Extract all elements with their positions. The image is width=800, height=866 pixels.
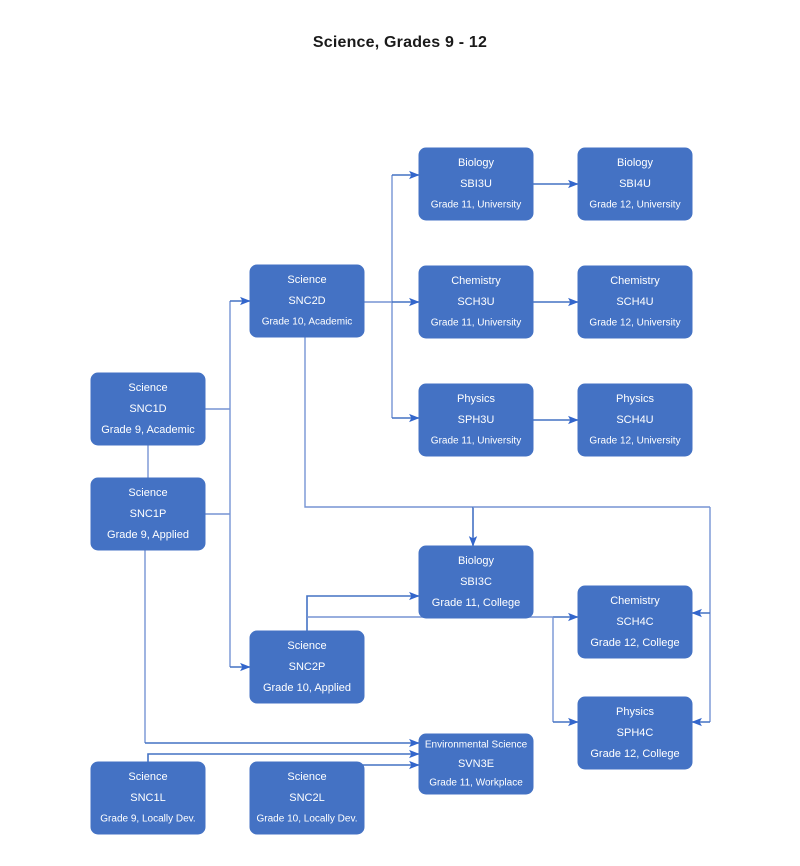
course-node-subject: Biology [458, 555, 495, 567]
course-node-snc1d[interactable]: Science SNC1D Grade 9, Academic [90, 372, 206, 446]
course-node-sph3u[interactable]: Physics SPH3U Grade 11, University [418, 383, 534, 457]
course-node-sph4u[interactable]: Physics SCH4U Grade 12, University [577, 383, 693, 457]
course-node-level: Grade 10, Applied [263, 682, 351, 694]
connector-layer [144, 170, 711, 770]
course-node-subject: Science [128, 771, 167, 783]
course-node-sbi3c[interactable]: Biology SBI3C Grade 11, College [418, 545, 534, 619]
course-node-snc2l[interactable]: Science SNC2L Grade 10, Locally Dev. [249, 761, 365, 835]
course-node-subject: Science [287, 771, 326, 783]
course-node-code: SBI4U [619, 178, 651, 190]
course-node-subject: Science [287, 274, 326, 286]
course-node-subject: Science [128, 382, 167, 394]
course-node-snc1l[interactable]: Science SNC1L Grade 9, Locally Dev. [90, 761, 206, 835]
course-node-level: Grade 12, University [589, 436, 680, 447]
course-node-code: SNC1L [130, 792, 165, 804]
course-node-sph4c[interactable]: Physics SPH4C Grade 12, College [577, 696, 693, 770]
course-node-code: SNC2D [288, 295, 325, 307]
course-node-subject: Physics [616, 706, 654, 718]
course-node-sch4u[interactable]: Chemistry SCH4U Grade 12, University [577, 265, 693, 339]
course-node-level: Grade 11, University [431, 436, 521, 447]
course-node-level: Grade 12, University [589, 200, 680, 211]
course-node-code: SCH3U [457, 296, 494, 308]
course-node-code: SCH4U [616, 414, 653, 426]
course-node-snc2p[interactable]: Science SNC2P Grade 10, Applied [249, 630, 365, 704]
course-node-subject: Physics [457, 393, 495, 405]
course-node-subject: Science [128, 487, 167, 499]
course-node-code: SNC2P [289, 661, 326, 673]
course-node-level: Grade 12, College [590, 748, 679, 760]
course-node-level: Grade 11, College [432, 597, 520, 609]
course-node-code: SCH4U [616, 296, 653, 308]
course-node-level: Grade 11, University [431, 200, 521, 211]
course-node-subject: Chemistry [610, 275, 660, 287]
flowchart-canvas: Science SNC1D Grade 9, Academic Science SNC1… [90, 147, 711, 835]
course-node-subject: Science [287, 640, 326, 652]
course-node-subject: Physics [616, 393, 654, 405]
course-node-level: Grade 10, Academic [262, 317, 353, 328]
course-node-code: SBI3U [460, 178, 492, 190]
course-node-code: SVN3E [458, 758, 494, 770]
course-node-code: SNC2L [289, 792, 324, 804]
course-node-subject: Chemistry [610, 595, 660, 607]
edge-snc2p-sbi3c [306, 591, 420, 631]
course-node-level: Grade 11, Workplace [429, 778, 523, 789]
edge-snc1l-svn3e [147, 749, 420, 762]
course-node-sch4c[interactable]: Chemistry SCH4C Grade 12, College [577, 585, 693, 659]
course-node-level: Grade 9, Locally Dev. [100, 814, 195, 825]
course-node-level: Grade 9, Applied [107, 529, 189, 541]
course-node-level: Grade 10, Locally Dev. [257, 814, 358, 825]
course-node-snc1p[interactable]: Science SNC1P Grade 9, Applied [90, 477, 206, 551]
course-node-subject: Chemistry [451, 275, 501, 287]
course-node-code: SPH3U [458, 414, 495, 426]
course-node-subject: Biology [458, 157, 495, 169]
course-node-snc2d[interactable]: Science SNC2D Grade 10, Academic [249, 264, 365, 338]
course-node-subject: Environmental Science [425, 740, 528, 751]
course-node-sch3u[interactable]: Chemistry SCH3U Grade 11, University [418, 265, 534, 339]
course-node-level: Grade 12, University [589, 318, 680, 329]
course-node-subject: Biology [617, 157, 654, 169]
course-node-code: SNC1D [129, 403, 166, 415]
course-node-sbi3u[interactable]: Biology SBI3U Grade 11, University [418, 147, 534, 221]
course-node-level: Grade 12, College [590, 637, 679, 649]
course-node-svn3e[interactable]: Environmental Science SVN3E Grade 11, Work… [418, 733, 534, 795]
course-node-code: SNC1P [130, 508, 167, 520]
course-node-level: Grade 11, University [431, 318, 521, 329]
course-node-code: SCH4C [616, 616, 653, 628]
course-node-level: Grade 9, Academic [101, 424, 195, 436]
course-node-code: SPH4C [617, 727, 654, 739]
course-node-sbi4u[interactable]: Biology SBI4U Grade 12, University [577, 147, 693, 221]
course-node-code: SBI3C [460, 576, 492, 588]
